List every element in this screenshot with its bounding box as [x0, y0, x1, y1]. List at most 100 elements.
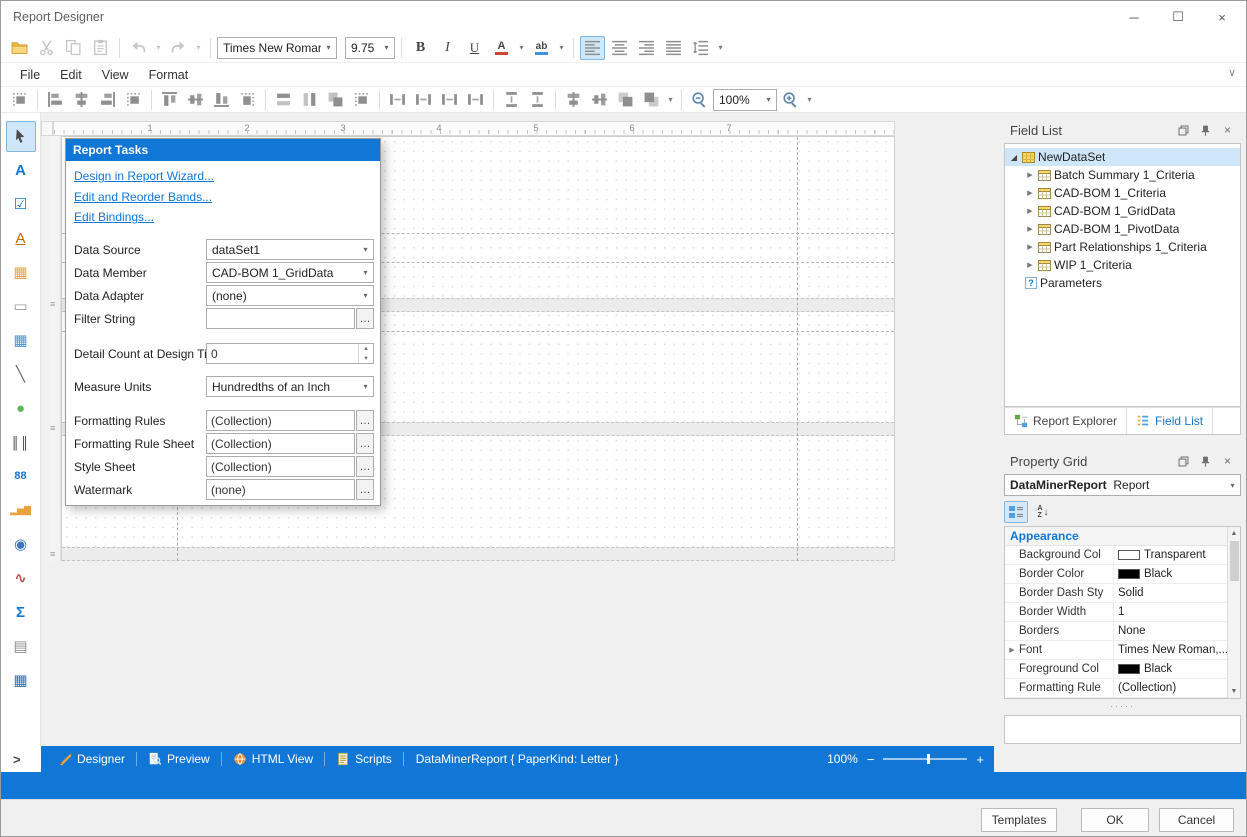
watermark-value[interactable]: (none)	[206, 479, 355, 500]
line-spacing-button[interactable]	[688, 36, 713, 60]
align-middles-button[interactable]	[183, 89, 208, 111]
toolbox-label[interactable]: A	[6, 155, 36, 186]
band-bar[interactable]	[62, 547, 894, 561]
data-adapter-combo[interactable]: (none) ▾	[206, 285, 374, 306]
h-spacing-increase-button[interactable]	[411, 89, 436, 111]
zoom-in-button[interactable]	[778, 89, 803, 111]
minimize-button[interactable]: ─	[1112, 1, 1156, 33]
expander-icon[interactable]: ◢	[1009, 153, 1019, 162]
tree-node-table[interactable]: ▶ CAD-BOM 1_PivotData	[1005, 220, 1240, 238]
toolbox-zip-code[interactable]: 88	[6, 461, 36, 492]
justify-text-button[interactable]	[661, 36, 686, 60]
toolbox-summary[interactable]: Σ	[6, 597, 36, 628]
line-spacing-dropdown[interactable]: ▾	[715, 43, 726, 52]
toolbox-subreport[interactable]: ▤	[6, 631, 36, 662]
formatting-rules-ellipsis-button[interactable]: …	[356, 410, 374, 431]
toolbox-table[interactable]: ▦	[6, 325, 36, 356]
order-dropdown[interactable]: ▾	[665, 95, 676, 104]
toolbox-sparkline[interactable]: ∿	[6, 563, 36, 594]
maximize-button[interactable]: ☐	[1156, 1, 1200, 33]
toolbox-panel[interactable]: ▭	[6, 291, 36, 322]
data-member-combo[interactable]: CAD-BOM 1_GridData ▾	[206, 262, 374, 283]
expander-icon[interactable]: ▶	[1025, 207, 1035, 215]
toolbox-chart[interactable]: ▂▅▇	[6, 495, 36, 526]
caret-down-icon[interactable]: ▾	[358, 291, 373, 300]
redo-button[interactable]	[166, 36, 191, 60]
h-spacing-remove-button[interactable]	[463, 89, 488, 111]
size-to-grid-button[interactable]	[349, 89, 374, 111]
toolbox-bar-code[interactable]: ║║	[6, 427, 36, 458]
expander-icon[interactable]: ▶	[1025, 243, 1035, 251]
align-to-grid-button[interactable]	[7, 89, 32, 111]
property-row-background-color[interactable]: Background Col Transparent	[1005, 546, 1227, 565]
tab-preview[interactable]: Preview	[141, 746, 217, 772]
align-tops-button[interactable]	[157, 89, 182, 111]
formatting-rule-sheet-value[interactable]: (Collection)	[206, 433, 355, 454]
zoom-out-button[interactable]	[687, 89, 712, 111]
scroll-down-icon[interactable]: ▼	[1228, 685, 1240, 698]
detail-count-stepper[interactable]: 0 ▴ ▾	[206, 343, 374, 364]
tab-scripts[interactable]: Scripts	[329, 746, 399, 772]
align-left-to-grid-button[interactable]	[121, 89, 146, 111]
tree-node-table[interactable]: ▶ CAD-BOM 1_GridData	[1005, 202, 1240, 220]
toolbar-overflow-chevron-icon[interactable]: ∨	[1228, 66, 1236, 79]
edit-bindings-link[interactable]: Edit Bindings...	[74, 210, 154, 224]
bring-to-front-button[interactable]	[613, 89, 638, 111]
undo-dropdown[interactable]: ▾	[153, 43, 164, 52]
caret-down-icon[interactable]: ▾	[379, 43, 394, 52]
italic-button[interactable]: I	[435, 36, 460, 60]
underline-button[interactable]: U	[462, 36, 487, 60]
cancel-button[interactable]: Cancel	[1159, 808, 1234, 832]
property-row-foreground-color[interactable]: Foreground Col Black	[1005, 660, 1227, 679]
band-marker-icon[interactable]: ≡	[50, 297, 55, 311]
highlight-color-dropdown[interactable]: ▾	[556, 43, 567, 52]
close-panel-button[interactable]: ×	[1220, 123, 1235, 138]
property-row-font[interactable]: ▶ Font Times New Roman,...	[1005, 641, 1227, 660]
zoom-combo[interactable]: 100% ▾	[713, 89, 777, 111]
ruler-corner[interactable]	[41, 121, 53, 136]
expander-icon[interactable]: ▶	[1025, 171, 1035, 179]
toolbox-check-box[interactable]: ☑	[6, 189, 36, 220]
center-horizontally-button[interactable]	[561, 89, 586, 111]
close-panel-button[interactable]: ×	[1220, 454, 1235, 469]
property-row-borders[interactable]: Borders None	[1005, 622, 1227, 641]
scrollbar-thumb[interactable]	[1230, 541, 1239, 581]
align-centers-button[interactable]	[69, 89, 94, 111]
band-selector-strip[interactable]: ≡ ≡ ≡	[49, 136, 61, 561]
expander-icon[interactable]: ▶	[1025, 225, 1035, 233]
font-color-dropdown[interactable]: ▾	[516, 43, 527, 52]
style-sheet-ellipsis-button[interactable]: …	[356, 456, 374, 477]
menu-file[interactable]: File	[11, 66, 49, 84]
cut-button[interactable]	[34, 36, 59, 60]
caret-down-icon[interactable]: ▾	[358, 245, 373, 254]
formatting-rule-sheet-ellipsis-button[interactable]: …	[356, 433, 374, 454]
toolbox-shape[interactable]: ●	[6, 393, 36, 424]
align-text-left-button[interactable]	[580, 36, 605, 60]
restore-button[interactable]	[1176, 123, 1191, 138]
tree-node-parameters[interactable]: ? Parameters	[1005, 274, 1240, 292]
highlight-color-button[interactable]: ab	[529, 36, 554, 60]
tree-node-table[interactable]: ▶ Batch Summary 1_Criteria	[1005, 166, 1240, 184]
tab-html-view[interactable]: HTML View	[226, 746, 320, 772]
templates-button[interactable]: Templates	[981, 808, 1057, 832]
h-spacing-decrease-button[interactable]	[437, 89, 462, 111]
font-size-combo[interactable]: 9.75 ▾	[345, 37, 395, 59]
property-grid-scrollbar[interactable]: ▲ ▼	[1227, 527, 1240, 698]
tree-node-newdataset[interactable]: ◢ NewDataSet	[1005, 148, 1240, 166]
category-appearance[interactable]: Appearance	[1005, 527, 1227, 546]
toolbox-rich-text[interactable]: A	[6, 223, 36, 254]
expander-icon[interactable]: ▶	[1025, 261, 1035, 269]
design-in-wizard-link[interactable]: Design in Report Wizard...	[74, 169, 214, 183]
expand-toolbox-chevron-icon[interactable]: >	[13, 752, 21, 767]
watermark-ellipsis-button[interactable]: …	[356, 479, 374, 500]
redo-dropdown[interactable]: ▾	[193, 43, 204, 52]
caret-down-icon[interactable]: ▾	[358, 268, 373, 277]
filter-string-ellipsis-button[interactable]: …	[356, 308, 374, 329]
toolbox-pivot-grid[interactable]: ▦	[6, 665, 36, 696]
font-name-combo[interactable]: Times New Roman ▾	[217, 37, 337, 59]
restore-button[interactable]	[1176, 454, 1191, 469]
font-color-button[interactable]: A	[489, 36, 514, 60]
spin-up-icon[interactable]: ▴	[359, 344, 373, 354]
menu-format[interactable]: Format	[140, 66, 198, 84]
copy-button[interactable]	[61, 36, 86, 60]
